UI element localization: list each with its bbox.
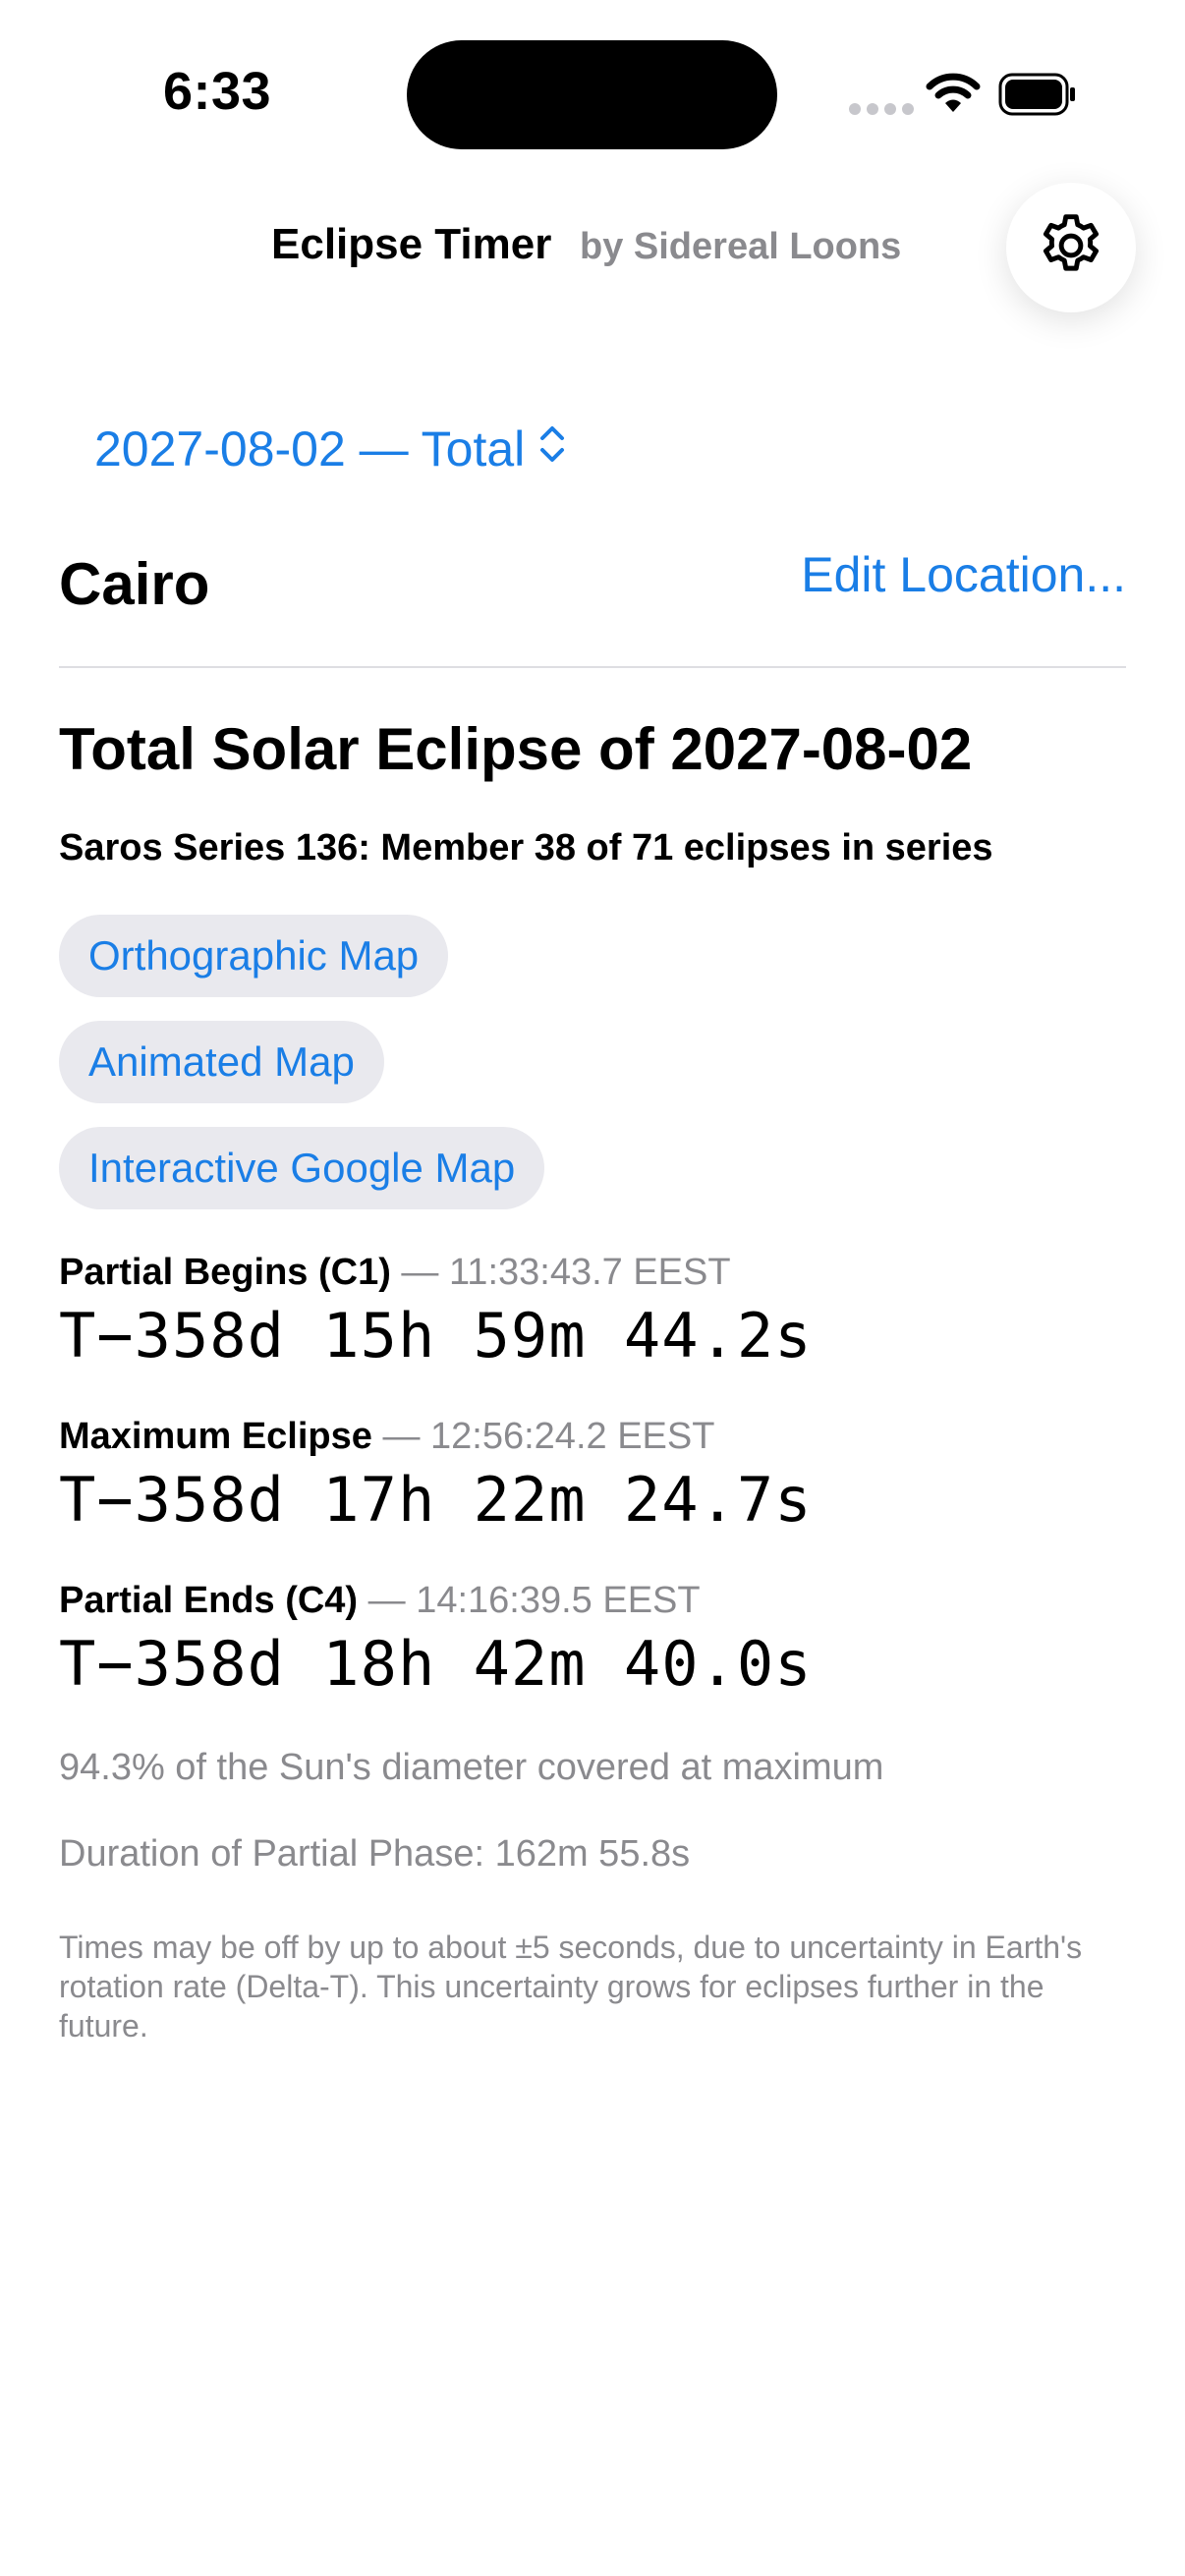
event-partial-ends: Partial Ends (C4) — 14:16:39.5 EEST T−35…: [59, 1580, 813, 1700]
event-name: Partial Begins (C1): [59, 1252, 391, 1293]
event-countdown: T−358d 18h 42m 40.0s: [59, 1628, 813, 1700]
cellular-signal-icon: [849, 103, 914, 115]
divider: [59, 666, 1126, 668]
event-maximum-eclipse: Maximum Eclipse — 12:56:24.2 EEST T−358d…: [59, 1416, 813, 1536]
event-time: — 11:33:43.7 EEST: [390, 1252, 731, 1293]
settings-button[interactable]: [1006, 183, 1136, 312]
event-time: — 14:16:39.5 EEST: [358, 1580, 701, 1621]
gear-icon: [1035, 209, 1107, 287]
eclipse-picker-label: 2027-08-02 — Total: [94, 421, 526, 476]
event-countdown: T−358d 17h 22m 24.7s: [59, 1464, 813, 1536]
edit-location-button[interactable]: Edit Location...: [801, 546, 1126, 603]
dynamic-island: [407, 40, 777, 149]
saros-series: Saros Series 136: Member 38 of 71 eclips…: [59, 827, 993, 868]
chevron-up-down-icon: [538, 420, 566, 477]
event-name: Maximum Eclipse: [59, 1416, 372, 1457]
wifi-icon: [926, 71, 981, 119]
status-time: 6:33: [163, 62, 272, 121]
eclipse-picker[interactable]: 2027-08-02 — Total: [94, 420, 566, 477]
duration-text: Duration of Partial Phase: 162m 55.8s: [59, 1833, 691, 1875]
app-title: Eclipse Timer: [271, 220, 552, 268]
event-name: Partial Ends (C4): [59, 1580, 359, 1621]
interactive-google-map-button[interactable]: Interactive Google Map: [59, 1127, 545, 1209]
battery-icon: [998, 73, 1077, 121]
coverage-text: 94.3% of the Sun's diameter covered at m…: [59, 1747, 884, 1788]
animated-map-button[interactable]: Animated Map: [59, 1021, 384, 1103]
eclipse-title: Total Solar Eclipse of 2027-08-02: [59, 716, 973, 782]
event-time: — 12:56:24.2 EEST: [371, 1416, 715, 1457]
city-name: Cairo: [59, 551, 210, 617]
event-countdown: T−358d 15h 59m 44.2s: [59, 1300, 813, 1372]
disclaimer-text: Times may be off by up to about ±5 secon…: [59, 1930, 1083, 2044]
app-byline: by Sidereal Loons: [580, 226, 902, 267]
event-partial-begins: Partial Begins (C1) — 11:33:43.7 EEST T−…: [59, 1252, 813, 1372]
orthographic-map-button[interactable]: Orthographic Map: [59, 915, 449, 997]
